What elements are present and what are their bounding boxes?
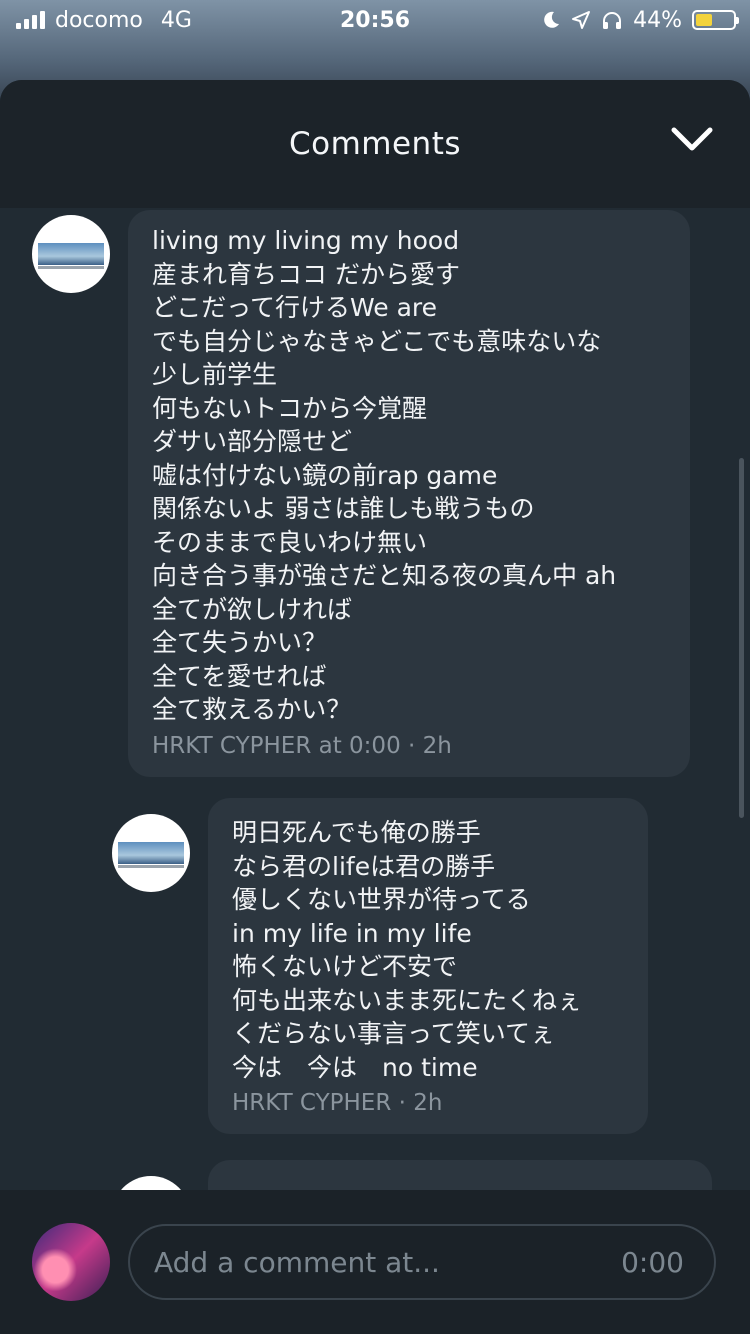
comment-text: living my living my hood 産まれ育ちココ だから愛す どこだ… — [152, 224, 666, 727]
comment-text: 明日死んでも俺の勝手 なら君のlifeは君の勝手優しくない世界が待ってる in my… — [232, 816, 624, 1084]
comment-reply-item: 明日死んでも俺の勝手 なら君のlifeは君の勝手優しくない世界が待ってる in my… — [112, 798, 648, 1134]
moon-icon — [544, 11, 560, 28]
carrier-name: docomo — [55, 7, 143, 33]
comment-line: 全て救えるかい？ — [152, 695, 352, 724]
battery-icon — [692, 10, 739, 30]
comment-line: living my living my hood — [152, 226, 460, 255]
headphones-icon — [603, 12, 622, 29]
user-avatar[interactable] — [32, 1223, 110, 1301]
comment-line: 嘘は付けない鏡の前rap game — [152, 460, 498, 490]
status-bar: docomo 4G 20:56 44% — [0, 0, 750, 40]
comment-line: なら君のlifeは君の勝手 — [232, 851, 496, 881]
battery-percent: 44% — [633, 7, 682, 33]
comment-line: どこだって行けるWe are — [152, 293, 438, 322]
comment-line: 関係ないよ 弱さは誰しも戦うもの — [152, 494, 535, 523]
comments-list[interactable]: living my living my hood 産まれ育ちココ だから愛す どこだ… — [0, 208, 750, 1190]
comment-bubble[interactable] — [208, 1160, 712, 1190]
comment-input[interactable]: Add a comment at... 0:00 — [128, 1224, 716, 1300]
comment-line: 全てを愛せれば — [152, 661, 327, 691]
avatar[interactable] — [32, 215, 110, 293]
comment-bubble[interactable]: 明日死んでも俺の勝手 なら君のlifeは君の勝手優しくない世界が待ってる in my… — [208, 798, 648, 1134]
comment-meta: HRKT CYPHER at 0:00 · 2h — [152, 732, 452, 759]
location-arrow-icon — [572, 11, 591, 29]
comment-line: そのままで良いわけ無い — [152, 527, 428, 557]
battery-level — [696, 14, 712, 26]
status-left: docomo 4G — [16, 8, 192, 33]
comment-input-placeholder: Add a comment at... — [154, 1245, 440, 1279]
comment-item: living my living my hood 産まれ育ちココ だから愛す どこだ… — [32, 210, 690, 777]
scrollbar[interactable] — [739, 458, 744, 818]
comment-line: 向き合う事が強さだと知る夜の真ん中 ah — [152, 561, 617, 590]
comment-line: でも自分じゃなきゃどこでも意味ないな — [152, 326, 602, 356]
comment-line: in my life in my life — [232, 918, 472, 948]
comment-reply-item — [112, 1160, 712, 1190]
comment-line: 明日死んでも俺の勝手 — [232, 818, 481, 847]
comment-line: 全て失うかい？ — [152, 628, 328, 657]
comment-composer: Add a comment at... 0:00 — [0, 1190, 750, 1334]
status-right: 44% — [541, 7, 739, 33]
comment-timestamp: 0:00 — [621, 1245, 684, 1279]
comment-line: 少し前学生 — [152, 360, 278, 389]
chevron-down-icon[interactable] — [670, 124, 714, 154]
comment-line: 何もないトコから今覚醒 — [152, 393, 428, 423]
sheet-header: Comments — [0, 80, 750, 208]
comment-line: 優しくない世界が待ってる — [232, 885, 531, 914]
comment-line: ダサい部分隠せど — [152, 427, 353, 456]
network-type: 4G — [160, 7, 192, 33]
comment-line: 全てが欲しければ — [152, 594, 353, 624]
avatar[interactable] — [112, 814, 190, 892]
signal-strength-icon — [16, 11, 45, 29]
comments-sheet: Comments living my living my hood 産まれ育ちココ… — [0, 80, 750, 1334]
page-title: Comments — [288, 126, 462, 162]
comment-line: 産まれ育ちココ だから愛す — [152, 259, 460, 289]
avatar[interactable] — [112, 1176, 190, 1190]
comment-line: 何も出来ないまま死にたくねぇ — [232, 985, 583, 1015]
comment-line: 怖くないけど不安で — [232, 952, 458, 981]
comment-line: 今は 今は no time — [232, 1052, 478, 1082]
comment-bubble[interactable]: living my living my hood 産まれ育ちココ だから愛す どこだ… — [128, 210, 690, 777]
comment-line: くだらない事言って笑いてぇ — [232, 1019, 556, 1048]
comment-meta: HRKT CYPHER · 2h — [232, 1090, 443, 1116]
